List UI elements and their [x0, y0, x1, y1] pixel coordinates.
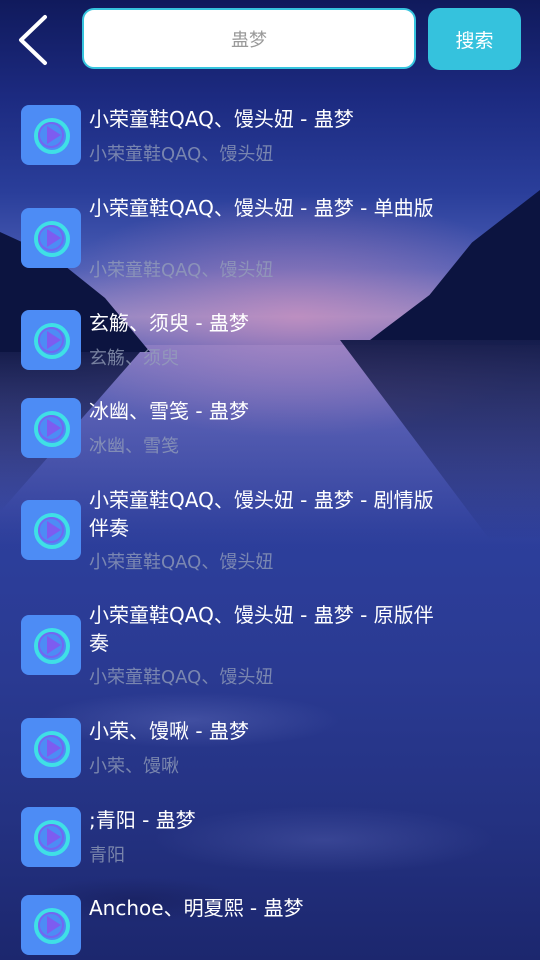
music-play-icon [21, 718, 81, 778]
result-artist: 小荣童鞋QAQ、馒头妞 [89, 260, 274, 281]
music-play-icon [21, 615, 81, 675]
music-play-icon [21, 895, 81, 955]
result-title: 小荣童鞋QAQ、馒头妞 - 蛊梦 [89, 107, 354, 131]
search-button[interactable]: 搜索 [428, 8, 521, 70]
search-header: 蛊梦 搜索 [0, 0, 540, 80]
result-artist: 小荣、馒啾 [89, 756, 179, 777]
music-play-icon [21, 208, 81, 268]
search-input[interactable]: 蛊梦 [82, 8, 416, 69]
search-button-label: 搜索 [455, 29, 494, 52]
search-input-value: 蛊梦 [231, 29, 267, 51]
result-artist: 小荣童鞋QAQ、馒头妞 [89, 144, 274, 165]
music-play-icon [21, 398, 81, 458]
result-artist: 冰幽、雪笺 [89, 436, 179, 457]
music-play-icon [21, 807, 81, 867]
result-title: 小荣童鞋QAQ、馒头妞 - 蛊梦 - 剧情版伴奏 [89, 488, 434, 540]
result-title: 冰幽、雪笺 - 蛊梦 [89, 399, 249, 423]
result-title: Anchoe、明夏熙 - 蛊梦 [89, 896, 304, 920]
result-title: 小荣童鞋QAQ、馒头妞 - 蛊梦 - 原版伴奏 [89, 603, 434, 655]
result-artist: 青阳 [89, 845, 125, 866]
result-title: 玄觞、须臾 - 蛊梦 [89, 311, 249, 335]
music-play-icon [21, 500, 81, 560]
result-artist: 小荣童鞋QAQ、馒头妞 [89, 667, 274, 688]
result-title: 小荣、馒啾 - 蛊梦 [89, 719, 249, 743]
chevron-left-icon [19, 15, 47, 65]
music-play-icon [21, 310, 81, 370]
back-button[interactable] [12, 12, 56, 68]
result-title: ;青阳 - 蛊梦 [89, 808, 196, 832]
result-artist: 小荣童鞋QAQ、馒头妞 [89, 552, 274, 573]
result-artist: 玄觞、须臾 [89, 348, 179, 369]
result-title: 小荣童鞋QAQ、馒头妞 - 蛊梦 - 单曲版 [89, 196, 434, 220]
music-play-icon [21, 105, 81, 165]
